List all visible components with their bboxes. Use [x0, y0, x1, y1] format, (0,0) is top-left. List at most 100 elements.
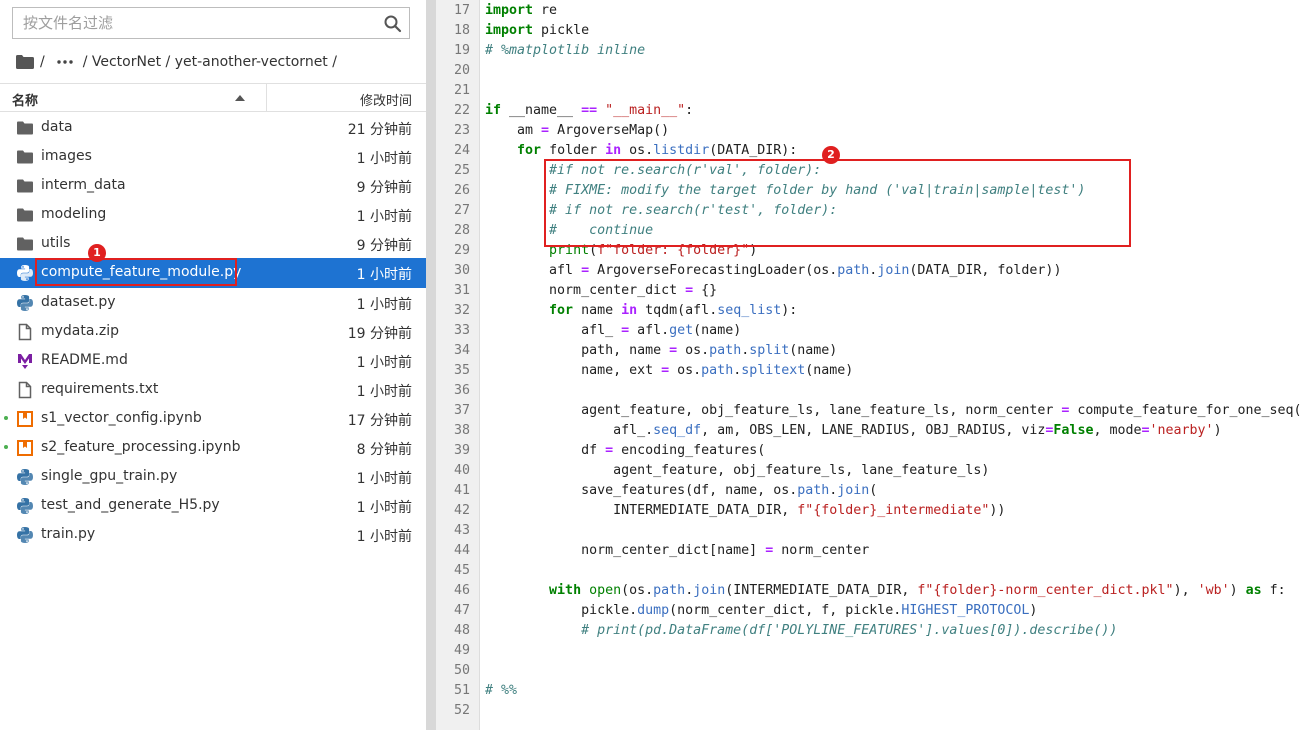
column-divider[interactable]: [266, 84, 267, 111]
code-line[interactable]: 18 import pickle: [436, 21, 1316, 41]
code-line[interactable]: 52: [436, 701, 1316, 721]
code-token: 'nearby': [1149, 423, 1214, 438]
code-token: (name): [805, 363, 854, 378]
line-number: 25: [453, 163, 470, 178]
code-token: afl_.: [485, 423, 654, 438]
file-list: data 21 分钟前 images 1 小时前 interm_data 9 分钟前 mod…: [0, 113, 426, 549]
code-line[interactable]: 21: [436, 81, 1316, 101]
code-line[interactable]: 46 with open(os.path.join(INTERMEDIATE_D…: [436, 581, 1316, 601]
code-line[interactable]: 35 name, ext = os.path.splitext(name): [436, 361, 1316, 381]
line-source: if __name__ == "__main__":: [485, 101, 693, 121]
code-line[interactable]: 50: [436, 661, 1316, 681]
code-line[interactable]: 19 # %matplotlib inline: [436, 41, 1316, 61]
line-number: 52: [453, 703, 470, 718]
file-list-item[interactable]: requirements.txt 1 小时前: [0, 375, 426, 404]
filter-input[interactable]: [23, 8, 383, 38]
code-line[interactable]: 47 pickle.dump(norm_center_dict, f, pick…: [436, 601, 1316, 621]
file-list-item[interactable]: dataset.py 1 小时前: [0, 288, 426, 317]
file-list-item[interactable]: test_and_generate_H5.py 1 小时前: [0, 491, 426, 520]
code-line[interactable]: 40 agent_feature, obj_feature_ls, lane_f…: [436, 461, 1316, 481]
code-token: ): [1229, 583, 1246, 598]
annotation-badge-1: 1: [88, 244, 106, 262]
file-list-item[interactable]: single_gpu_train.py 1 小时前: [0, 462, 426, 491]
code-token: seq_list: [717, 303, 782, 318]
code-token: name: [573, 303, 622, 318]
code-token: , am, OBS_LEN, LANE_RADIUS, OBJ_RADIUS, …: [701, 423, 1046, 438]
line-number: 48: [453, 623, 470, 638]
code-line[interactable]: 51 # %%: [436, 681, 1316, 701]
file-list-item[interactable]: interm_data 9 分钟前: [0, 171, 426, 200]
panel-splitter[interactable]: [426, 0, 436, 730]
code-line[interactable]: 43: [436, 521, 1316, 541]
code-editor[interactable]: 17 import re 18 import pickle 19 # %matplotli…: [436, 0, 1316, 730]
code-line[interactable]: 49: [436, 641, 1316, 661]
code-line[interactable]: 45: [436, 561, 1316, 581]
line-number: 44: [453, 543, 470, 558]
sort-ascending-icon[interactable]: [235, 95, 245, 101]
code-line[interactable]: 31 norm_center_dict = {}: [436, 281, 1316, 301]
code-line[interactable]: 24 for folder in os.listdir(DATA_DIR):: [436, 141, 1316, 161]
line-number: 36: [453, 383, 470, 398]
file-name: s1_vector_config.ipynb: [41, 409, 202, 426]
code-line[interactable]: 38 afl_.seq_df, am, OBS_LEN, LANE_RADIUS…: [436, 421, 1316, 441]
code-line[interactable]: 32 for name in tqdm(afl.seq_list):: [436, 301, 1316, 321]
code-line[interactable]: 22 if __name__ == "__main__":: [436, 101, 1316, 121]
folder-home-icon[interactable]: [16, 55, 34, 69]
code-token: f:: [1261, 583, 1286, 598]
code-line[interactable]: 37 agent_feature, obj_feature_ls, lane_f…: [436, 401, 1316, 421]
file-list-item[interactable]: s1_vector_config.ipynb 17 分钟前: [0, 404, 426, 433]
code-line[interactable]: 39 df = encoding_features(: [436, 441, 1316, 461]
line-source: am = ArgoverseMap(): [485, 121, 669, 141]
file-name: data: [41, 119, 73, 135]
file-list-item[interactable]: README.md 1 小时前: [0, 346, 426, 375]
file-list-item[interactable]: mydata.zip 19 分钟前: [0, 317, 426, 346]
code-token: os.: [621, 143, 654, 158]
code-token: seq_df: [653, 423, 702, 438]
code-token: =: [581, 263, 590, 278]
line-number: 39: [453, 443, 470, 458]
code-line[interactable]: 36: [436, 381, 1316, 401]
column-header-name[interactable]: 名称: [12, 90, 38, 109]
column-header-modified[interactable]: 修改时间: [360, 90, 412, 109]
code-token: dump: [637, 603, 670, 618]
file-name: README.md: [41, 351, 128, 368]
code-token: pickle.: [485, 603, 638, 618]
code-line[interactable]: 34 path, name = os.path.split(name): [436, 341, 1316, 361]
line-number: 43: [453, 523, 470, 538]
file-list-item[interactable]: utils 9 分钟前: [0, 229, 426, 258]
folder-icon: [16, 235, 34, 253]
code-line[interactable]: 17 import re: [436, 1, 1316, 21]
code-token: (os.: [621, 583, 654, 598]
file-list-item[interactable]: s2_feature_processing.ipynb 8 分钟前: [0, 433, 426, 462]
breadcrumb-path[interactable]: / VectorNet / yet-another-vectornet /: [83, 54, 337, 70]
code-token: os.: [669, 363, 702, 378]
code-token: path: [709, 343, 742, 358]
code-token: , mode: [1093, 423, 1142, 438]
code-line[interactable]: 48 # print(pd.DataFrame(df['POLYLINE_FEA…: [436, 621, 1316, 641]
file-modified-time: 1 小时前: [356, 296, 412, 313]
code-token: df: [485, 443, 606, 458]
code-line[interactable]: 44 norm_center_dict[name] = norm_center: [436, 541, 1316, 561]
code-token: afl.: [629, 323, 670, 338]
annotation-highlight-1: [35, 258, 237, 286]
ellipsis-icon[interactable]: [57, 60, 73, 64]
code-line[interactable]: 30 afl = ArgoverseForecastingLoader(os.p…: [436, 261, 1316, 281]
file-list-item[interactable]: data 21 分钟前: [0, 113, 426, 142]
code-line[interactable]: 20: [436, 61, 1316, 81]
code-line[interactable]: 23 am = ArgoverseMap(): [436, 121, 1316, 141]
line-number: 51: [453, 683, 470, 698]
code-line[interactable]: 41 save_features(df, name, os.path.join(: [436, 481, 1316, 501]
file-list-item[interactable]: modeling 1 小时前: [0, 200, 426, 229]
line-source: # %matplotlib inline: [485, 41, 645, 61]
file-name: mydata.zip: [41, 322, 120, 339]
search-icon[interactable]: [383, 14, 403, 34]
code-line[interactable]: 42 INTERMEDIATE_DATA_DIR, f"{folder}_int…: [436, 501, 1316, 521]
file-list-item[interactable]: images 1 小时前: [0, 142, 426, 171]
code-area[interactable]: 17 import re 18 import pickle 19 # %matplotli…: [436, 1, 1316, 721]
line-number: 19: [453, 43, 470, 58]
code-line[interactable]: 33 afl_ = afl.get(name): [436, 321, 1316, 341]
file-list-item[interactable]: train.py 1 小时前: [0, 520, 426, 549]
